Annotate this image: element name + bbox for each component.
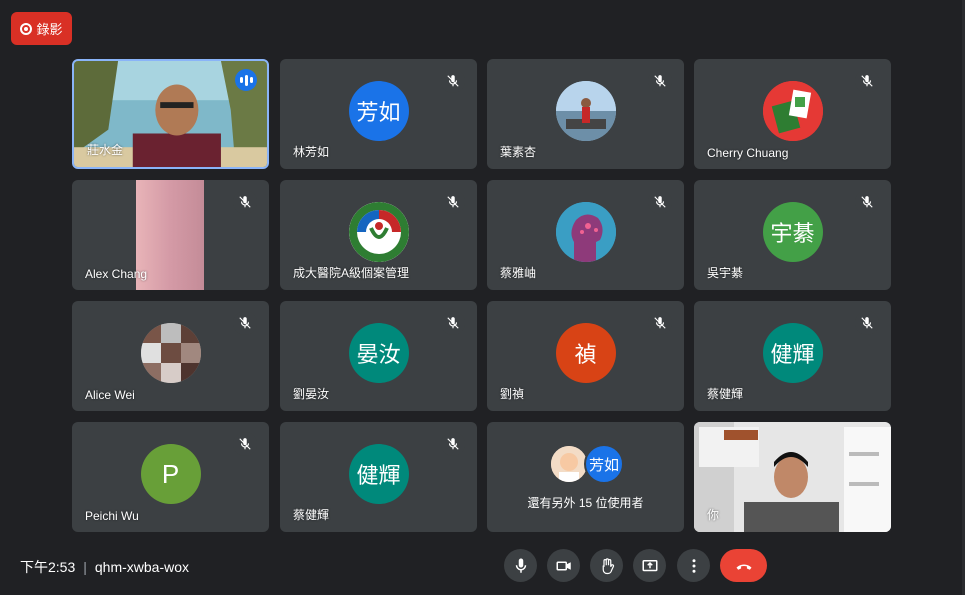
participant-tile[interactable]: 莊水金 xyxy=(72,59,269,169)
meeting-code[interactable]: qhm-xwba-wox xyxy=(95,559,189,575)
participant-name: 成大醫院A級個案管理 xyxy=(293,266,410,280)
more-options-button[interactable] xyxy=(677,549,710,582)
participant-name: Alice Wei xyxy=(85,388,135,402)
participant-tile[interactable]: 健輝 蔡健輝 xyxy=(694,301,891,411)
participant-tile[interactable]: 芳如 林芳如 xyxy=(280,59,477,169)
mic-muted-icon xyxy=(855,69,879,93)
mic-muted-icon xyxy=(441,69,465,93)
raise-hand-icon xyxy=(602,557,614,574)
record-label: 錄影 xyxy=(36,22,63,37)
participant-name: 吳宇綦 xyxy=(707,266,744,280)
mic-muted-icon xyxy=(648,190,672,214)
participant-name: 蔡雅岫 xyxy=(500,266,537,280)
avatar: 禎 xyxy=(555,323,616,383)
participant-tile[interactable]: 葉素杏 xyxy=(487,59,684,169)
self-tile[interactable]: 你 xyxy=(694,422,891,532)
avatar xyxy=(140,323,201,383)
mic-muted-icon xyxy=(855,190,879,214)
others-count-label: 還有另外 15 位使用者 xyxy=(527,496,644,510)
participant-name: Alex Chang xyxy=(85,267,148,281)
participant-tile[interactable]: Alex Chang xyxy=(72,180,269,290)
avatar xyxy=(549,444,589,484)
mic-muted-icon xyxy=(233,311,257,335)
mic-muted-icon xyxy=(648,69,672,93)
participant-tile[interactable]: P Peichi Wu xyxy=(72,422,269,532)
participant-name: 劉晏汝 xyxy=(293,387,330,401)
present-screen-button[interactable] xyxy=(633,549,666,582)
mic-muted-icon xyxy=(441,190,465,214)
mic-muted-icon xyxy=(441,311,465,335)
participant-tile[interactable]: 宇綦 吳宇綦 xyxy=(694,180,891,290)
participant-name: 你 xyxy=(707,508,720,522)
meeting-time: 下午2:53 xyxy=(20,559,76,575)
participant-tile[interactable]: 禎 劉禎 xyxy=(487,301,684,411)
avatar xyxy=(555,81,616,141)
end-call-icon xyxy=(736,564,751,570)
avatar: 宇綦 xyxy=(762,202,823,262)
mic-muted-icon xyxy=(441,432,465,456)
avatar: P xyxy=(140,444,201,504)
avatar: 晏汝 xyxy=(348,323,409,383)
camera-icon xyxy=(556,561,571,570)
participant-name: 蔡健輝 xyxy=(293,508,330,522)
participant-name: Peichi Wu xyxy=(85,509,139,523)
participant-tile[interactable]: 健輝 蔡健輝 xyxy=(280,422,477,532)
participant-name: 劉禎 xyxy=(500,387,525,401)
record-indicator[interactable]: 錄影 xyxy=(11,12,72,45)
participant-tile[interactable]: Alice Wei xyxy=(72,301,269,411)
microphone-icon xyxy=(515,558,526,573)
present-screen-icon xyxy=(642,559,657,571)
participant-name: 林芳如 xyxy=(293,145,330,159)
end-call-button[interactable] xyxy=(720,549,767,582)
avatar: 健輝 xyxy=(348,444,409,504)
raise-hand-button[interactable] xyxy=(590,549,623,582)
record-icon xyxy=(20,22,33,35)
others-tile[interactable]: 芳如 還有另外 15 位使用者 xyxy=(487,422,684,532)
participant-tile[interactable]: Cherry Chuang xyxy=(694,59,891,169)
avatar: 芳如 xyxy=(348,81,409,141)
participant-tile[interactable]: 蔡雅岫 xyxy=(487,180,684,290)
avatar: 芳如 xyxy=(584,444,624,484)
speaking-indicator-icon xyxy=(235,69,257,91)
meeting-info-separator: | xyxy=(83,559,87,575)
participant-tile[interactable]: 晏汝 劉晏汝 xyxy=(280,301,477,411)
self-video xyxy=(694,422,891,532)
participant-name: Cherry Chuang xyxy=(707,146,789,160)
camera-button[interactable] xyxy=(547,549,580,582)
more-options-icon xyxy=(692,558,695,573)
meeting-info: 下午2:53 | qhm-xwba-wox xyxy=(20,557,189,577)
mic-muted-icon xyxy=(855,311,879,335)
mic-muted-icon xyxy=(233,190,257,214)
logo-avatar xyxy=(348,202,409,262)
avatar: 健輝 xyxy=(762,323,823,383)
participant-name: 葉素杏 xyxy=(500,145,537,159)
participant-name: 莊水金 xyxy=(87,143,124,157)
mic-muted-icon xyxy=(648,311,672,335)
participant-tile[interactable]: 成大醫院A級個案管理 xyxy=(280,180,477,290)
avatar xyxy=(555,202,616,262)
microphone-button[interactable] xyxy=(504,549,537,582)
participant-name: 蔡健輝 xyxy=(707,387,744,401)
mic-muted-icon xyxy=(233,432,257,456)
avatar xyxy=(762,81,823,141)
